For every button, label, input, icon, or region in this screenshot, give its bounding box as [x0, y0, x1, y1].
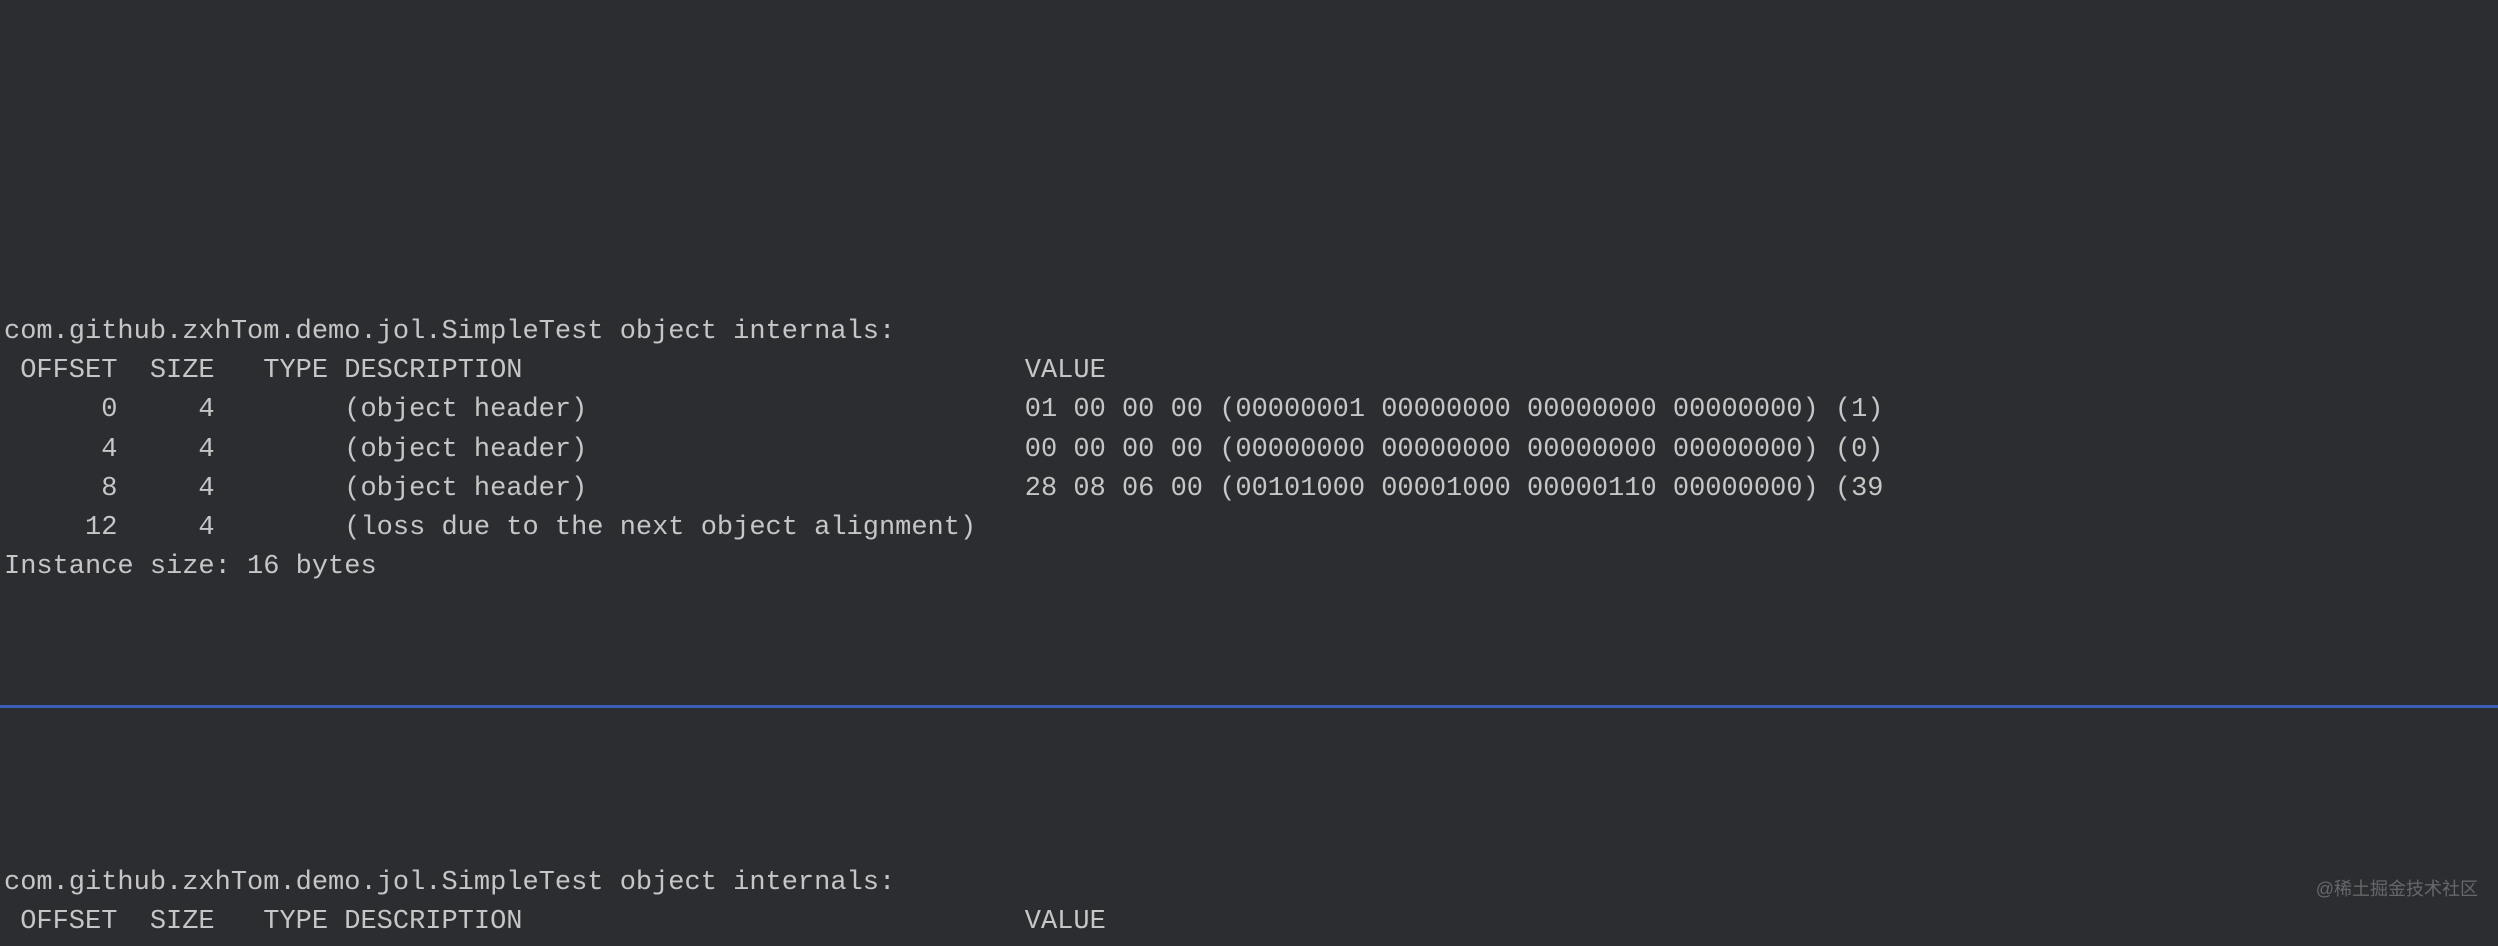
jol-output-block-1: com.github.zxhTom.demo.jol.SimpleTest ob…: [0, 274, 2498, 587]
instance-size-line: Instance size: 16 bytes: [4, 552, 377, 582]
table-header: OFFSET SIZE TYPE DESCRIPTION VALUE: [4, 356, 1106, 386]
table-row: 8 4 (object header) 28 08 06 00 (0010100…: [4, 474, 1884, 504]
table-row: 4 4 (object header) 00 00 00 00 (0000000…: [4, 435, 1884, 465]
watermark-text: @稀土掘金技术社区: [2316, 876, 2478, 902]
table-row: 0 4 (object header) 01 00 00 00 (0000000…: [4, 395, 1884, 425]
object-internals-title: com.github.zxhTom.demo.jol.SimpleTest ob…: [4, 868, 895, 898]
jol-output-block-2: com.github.zxhTom.demo.jol.SimpleTest ob…: [0, 825, 2498, 946]
table-header: OFFSET SIZE TYPE DESCRIPTION VALUE: [4, 907, 1106, 937]
console-output: com.github.zxhTom.demo.jol.SimpleTest ob…: [0, 157, 2498, 946]
object-internals-title: com.github.zxhTom.demo.jol.SimpleTest ob…: [4, 317, 895, 347]
block-divider: [0, 705, 2498, 708]
table-row: 12 4 (loss due to the next object alignm…: [4, 513, 976, 543]
